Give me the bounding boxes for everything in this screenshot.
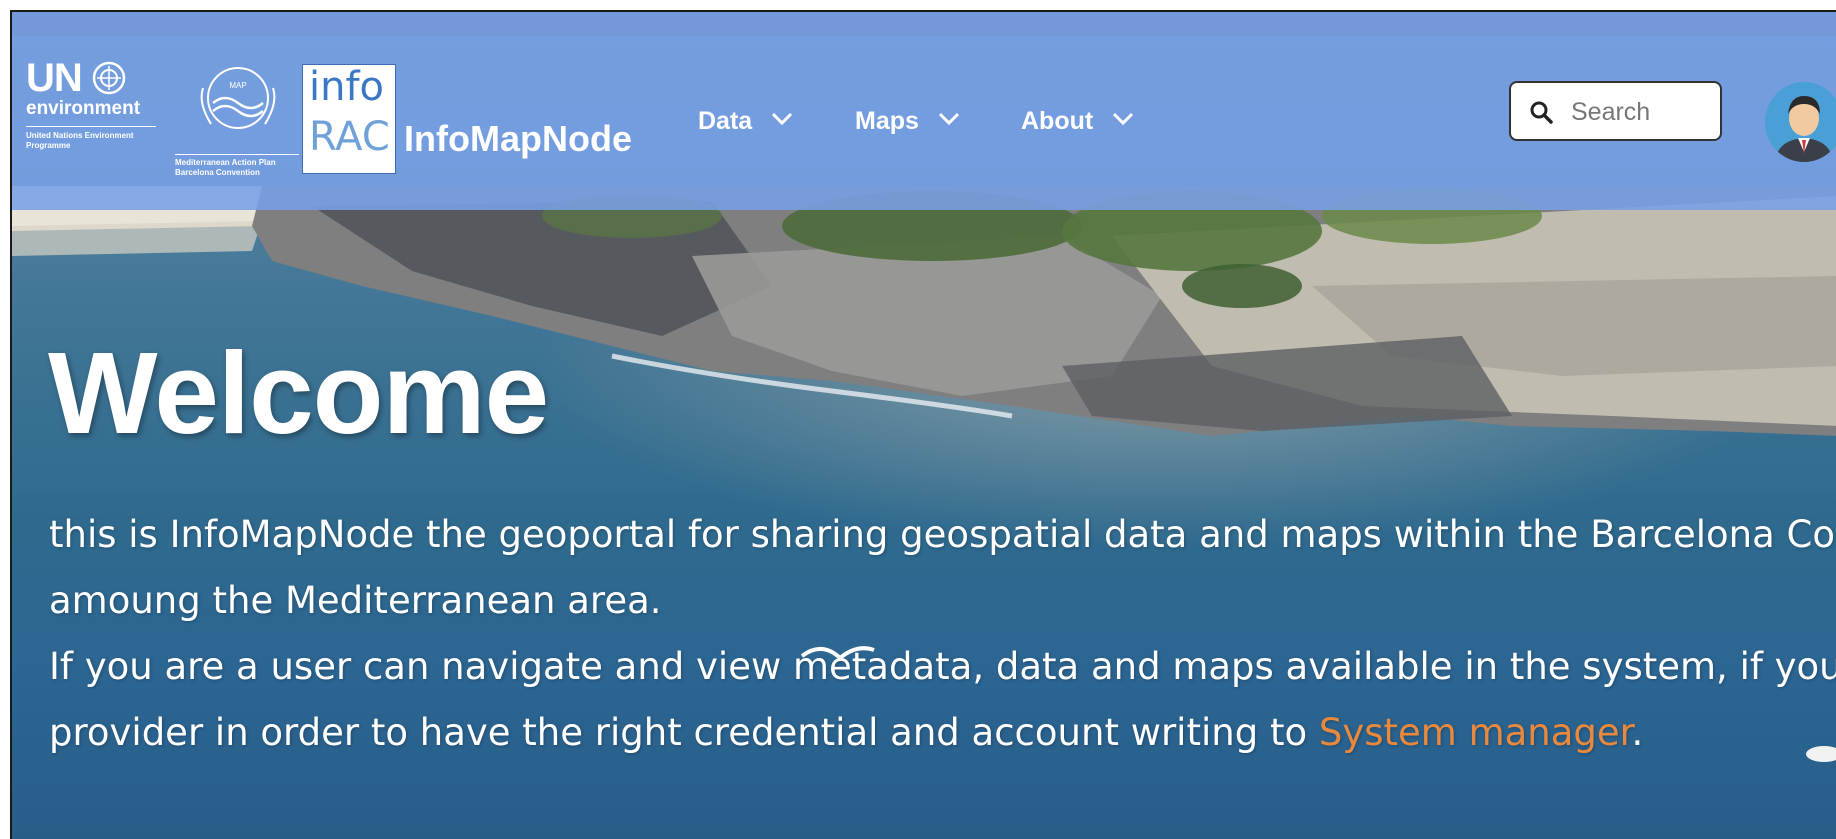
intro-line-2: amoung the Mediterranean area.: [49, 579, 662, 622]
nav-maps[interactable]: Maps: [855, 106, 960, 136]
top-strip: [12, 12, 1836, 36]
un-environment-logo[interactable]: UN environment United Nations Environmen…: [26, 58, 166, 178]
map-badge-text: MAP: [229, 81, 246, 90]
info-logo-line1: info: [309, 64, 385, 110]
nav-about[interactable]: About: [1021, 106, 1134, 136]
search-input[interactable]: [1571, 95, 1711, 129]
info-rac-logo[interactable]: info RAC: [302, 64, 396, 174]
navbar: UN environment United Nations Environmen…: [12, 36, 1836, 210]
intro-line-1: this is InfoMapNode the geoportal for sh…: [49, 513, 1836, 556]
chevron-down-icon: [772, 112, 793, 126]
chevron-down-icon: [938, 112, 959, 126]
user-avatar-icon[interactable]: [1765, 82, 1836, 162]
chevron-down-icon: [1113, 112, 1134, 126]
intro-text: this is InfoMapNode the geoportal for sh…: [49, 502, 1836, 766]
search-icon[interactable]: [1529, 100, 1553, 124]
page-frame: UN environment United Nations Environmen…: [10, 10, 1836, 839]
site-brand[interactable]: InfoMapNode: [404, 119, 632, 159]
welcome-heading: Welcome: [48, 328, 549, 458]
nav-about-label: About: [1021, 107, 1094, 135]
un-logo-subtitle: environment: [26, 98, 141, 119]
map-emblem-icon: MAP: [200, 67, 276, 129]
user-avatar-graphic: [1765, 83, 1836, 162]
intro-line-4-end: .: [1631, 711, 1644, 754]
nav-data-label: Data: [698, 107, 753, 135]
intro-line-4-text: provider in order to have the right cred…: [49, 711, 1319, 754]
un-emblem-icon: [92, 61, 126, 95]
map-logo-caption: Mediterranean Action Plan Barcelona Conv…: [175, 154, 299, 178]
intro-line-4: provider in order to have the right cred…: [49, 700, 1836, 766]
un-logo-text: UN: [26, 56, 83, 100]
nav-maps-label: Maps: [855, 107, 919, 135]
un-logo-caption: United Nations Environment Programme: [26, 131, 134, 150]
intro-line-3: If you are a user can navigate and view …: [49, 645, 1836, 688]
search-box[interactable]: [1509, 81, 1722, 141]
map-barcelona-logo[interactable]: MAP Mediterranean Action Plan Barcelona …: [175, 58, 300, 178]
nav-data[interactable]: Data: [698, 106, 793, 136]
system-manager-link[interactable]: System manager: [1319, 711, 1632, 754]
info-logo-line2: RAC: [309, 114, 390, 160]
